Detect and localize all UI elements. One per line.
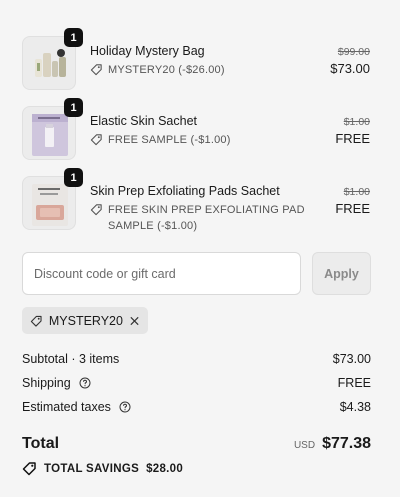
applied-discount-chip: MYSTERY20	[22, 307, 148, 334]
quantity-badge: 1	[64, 28, 83, 47]
discount-line: FREE SAMPLE (-$1.00)	[90, 132, 231, 148]
quantity-badge: 1	[64, 98, 83, 117]
original-price: $1.00	[343, 186, 370, 198]
subtotal-value: $73.00	[332, 352, 371, 366]
tag-icon	[30, 315, 42, 327]
question-circle-icon[interactable]	[79, 377, 91, 389]
tag-icon	[90, 64, 102, 76]
product-thumbnail: 1	[22, 28, 83, 90]
close-icon[interactable]	[129, 315, 140, 327]
original-price: $1.00	[343, 116, 370, 128]
taxes-row: Estimated taxes $4.38	[22, 400, 371, 414]
shipping-label: Shipping	[22, 376, 71, 390]
total-amount: USD $77.38	[294, 435, 371, 453]
price: $73.00	[330, 61, 370, 76]
discount-text: FREE SAMPLE (-$1.00)	[108, 134, 231, 146]
original-price: $99.00	[337, 46, 370, 58]
discount-line: FREE SKIN PREP EXFOLIATING PAD SAMPLE (-…	[90, 202, 305, 234]
shipping-value: FREE	[337, 376, 371, 390]
tag-icon	[90, 134, 102, 146]
subtotal-row: Subtotal · 3 items $73.00	[22, 352, 371, 366]
product-thumbnail: 1	[22, 98, 83, 160]
discount-code-input[interactable]	[22, 252, 301, 295]
total-row: Total USD $77.38	[22, 435, 371, 453]
product-name: Elastic Skin Sachet	[90, 114, 197, 128]
product-name: Skin Prep Exfoliating Pads Sachet	[90, 184, 280, 198]
savings-label: TOTAL SAVINGS	[44, 462, 140, 475]
total-value: $77.38	[322, 435, 371, 452]
apply-button[interactable]: Apply	[312, 252, 371, 295]
subtotal-label: Subtotal · 3 items	[22, 352, 120, 366]
taxes-label-group: Estimated taxes	[22, 400, 131, 414]
quantity-badge: 1	[64, 168, 83, 187]
discount-text-line: FREE SKIN PREP EXFOLIATING PAD	[108, 204, 305, 216]
tag-icon	[90, 204, 102, 216]
price: FREE	[335, 201, 370, 216]
taxes-label: Estimated taxes	[22, 400, 111, 414]
savings-value: $28.00	[146, 462, 184, 475]
total-label: Total	[22, 435, 60, 452]
savings-tag-icon	[22, 462, 36, 476]
line-item: 1 Holiday Mystery Bag MYSTERY20 (-$26.00…	[22, 28, 378, 92]
line-item: 1 Skin Prep Exfoliating Pads Sachet FREE…	[22, 168, 378, 236]
price: FREE	[335, 131, 370, 146]
taxes-value: $4.38	[339, 400, 371, 414]
product-name: Holiday Mystery Bag	[90, 44, 205, 58]
product-thumbnail: 1	[22, 168, 83, 230]
question-circle-icon[interactable]	[119, 401, 131, 413]
discount-line: MYSTERY20 (-$26.00)	[90, 62, 225, 78]
discount-text: FREE SKIN PREP EXFOLIATING PAD SAMPLE (-…	[108, 202, 305, 234]
line-item: 1 Elastic Skin Sachet FREE SAMPLE (-$1.0…	[22, 98, 378, 162]
discount-text: MYSTERY20 (-$26.00)	[108, 64, 225, 76]
applied-code-text: MYSTERY20	[48, 313, 123, 328]
total-savings: TOTAL SAVINGS $28.00	[22, 461, 183, 476]
shipping-label-group: Shipping	[22, 376, 91, 390]
shipping-row: Shipping FREE	[22, 376, 371, 390]
currency-code: USD	[293, 440, 316, 451]
discount-text-line: SAMPLE (-$1.00)	[108, 220, 198, 232]
